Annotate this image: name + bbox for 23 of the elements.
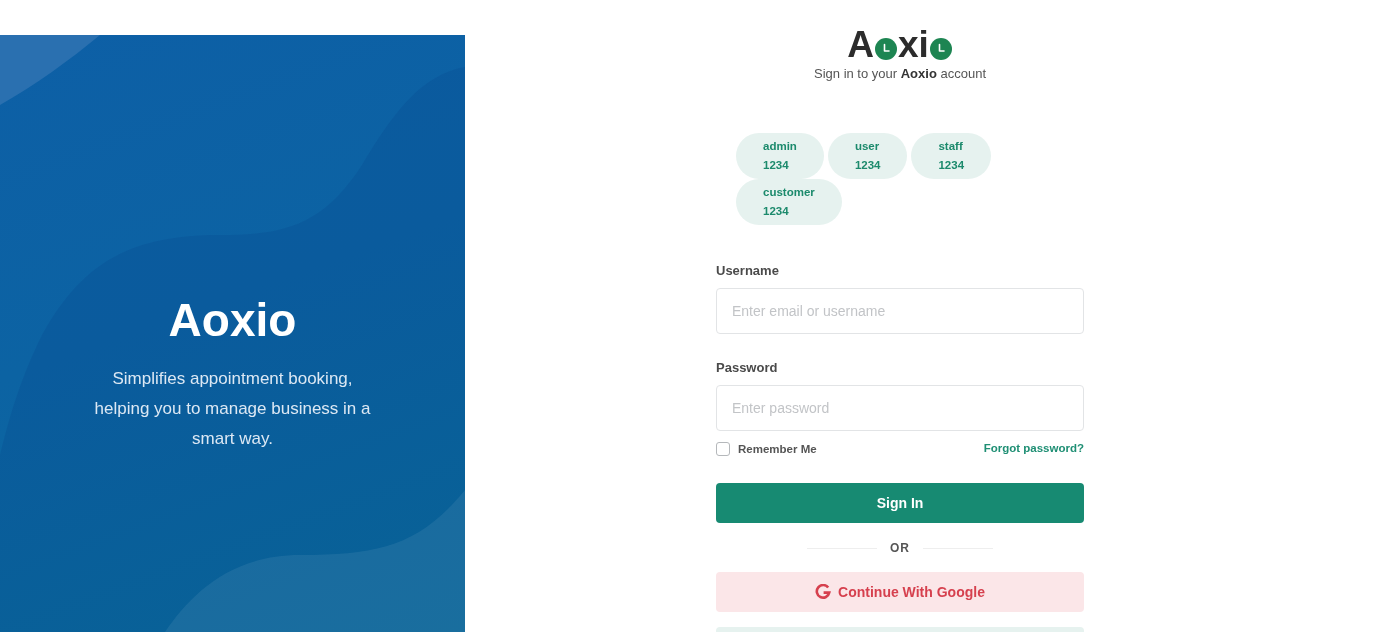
- google-icon: [815, 584, 832, 601]
- password-field[interactable]: Enter password: [716, 384, 1084, 431]
- divider-text: OR: [890, 540, 910, 557]
- google-button[interactable]: Continue With Google: [716, 572, 1084, 613]
- hero-title: Aoxio: [168, 293, 297, 348]
- logo-text: xi: [897, 27, 929, 63]
- remember-label: Remember Me: [738, 443, 817, 456]
- forgot-password-link[interactable]: Forgot password?: [983, 442, 1084, 454]
- username-field[interactable]: Enter email or username: [716, 288, 1084, 334]
- demo-account-chip[interactable]: user 1234: [827, 133, 908, 179]
- demo-account-chip[interactable]: staff 1234: [911, 133, 992, 179]
- username-label: Username: [716, 263, 780, 279]
- demo-account-chip[interactable]: customer 1234: [736, 179, 842, 225]
- logo-text: A: [847, 27, 874, 63]
- hero-tagline: Simplifies appointment booking, helping you to manage business in a smart way.: [93, 368, 372, 450]
- demo-account-chip[interactable]: admin 1234: [736, 133, 824, 179]
- clock-icon: [874, 38, 897, 60]
- password-label: Password: [716, 359, 779, 376]
- social-login-button[interactable]: [716, 627, 1084, 632]
- clock-icon: [929, 38, 952, 60]
- subtitle: Sign in to your Aoxio account: [813, 66, 987, 82]
- sign-in-button[interactable]: Sign In: [716, 483, 1084, 524]
- remember-checkbox[interactable]: [716, 442, 730, 457]
